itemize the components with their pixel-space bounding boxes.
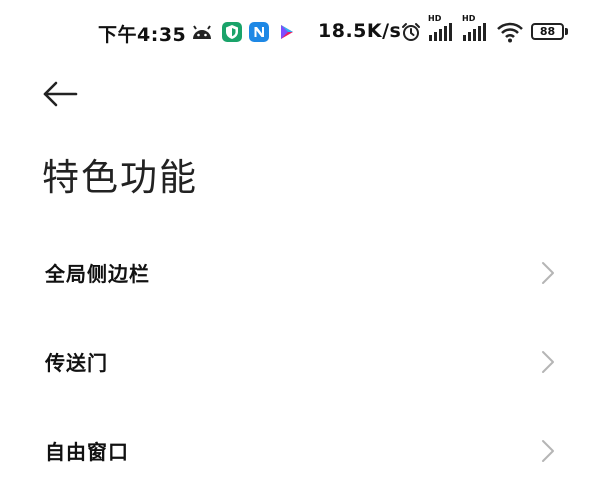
- list-item-free-window[interactable]: 自由窗口: [0, 406, 600, 483]
- vpn-shield-icon: [222, 22, 242, 42]
- battery-cap: [565, 28, 568, 35]
- wifi-icon: [497, 22, 523, 43]
- list-item-label: 自由窗口: [45, 440, 129, 464]
- list-item-portal[interactable]: 传送门: [0, 317, 600, 406]
- chevron-right-icon: [542, 351, 554, 373]
- chevron-right-icon: [542, 440, 554, 462]
- back-button[interactable]: [40, 78, 80, 110]
- battery-icon: 88: [531, 23, 564, 40]
- list-item-label: 传送门: [45, 351, 108, 375]
- status-time: 下午4:35: [98, 24, 187, 46]
- feature-list: 全局侧边栏 传送门 自由窗口: [0, 228, 600, 483]
- arrow-left-icon: [43, 81, 78, 107]
- alarm-icon: [402, 23, 420, 41]
- n-app-icon: [249, 22, 269, 42]
- play-store-icon: [281, 25, 293, 39]
- list-item-global-sidebar[interactable]: 全局侧边栏: [0, 228, 600, 317]
- status-bar: 下午4:35 18.5K/s HD HD 88: [0, 14, 600, 48]
- list-item-label: 全局侧边栏: [45, 262, 150, 286]
- signal-1-icon: [429, 23, 452, 41]
- page-title: 特色功能: [42, 156, 198, 199]
- android-debug-icon: [193, 25, 211, 39]
- network-speed: 18.5K/s: [318, 20, 402, 42]
- battery-level: 88: [539, 25, 556, 38]
- chevron-right-icon: [542, 262, 554, 284]
- signal-2-icon: [463, 23, 486, 41]
